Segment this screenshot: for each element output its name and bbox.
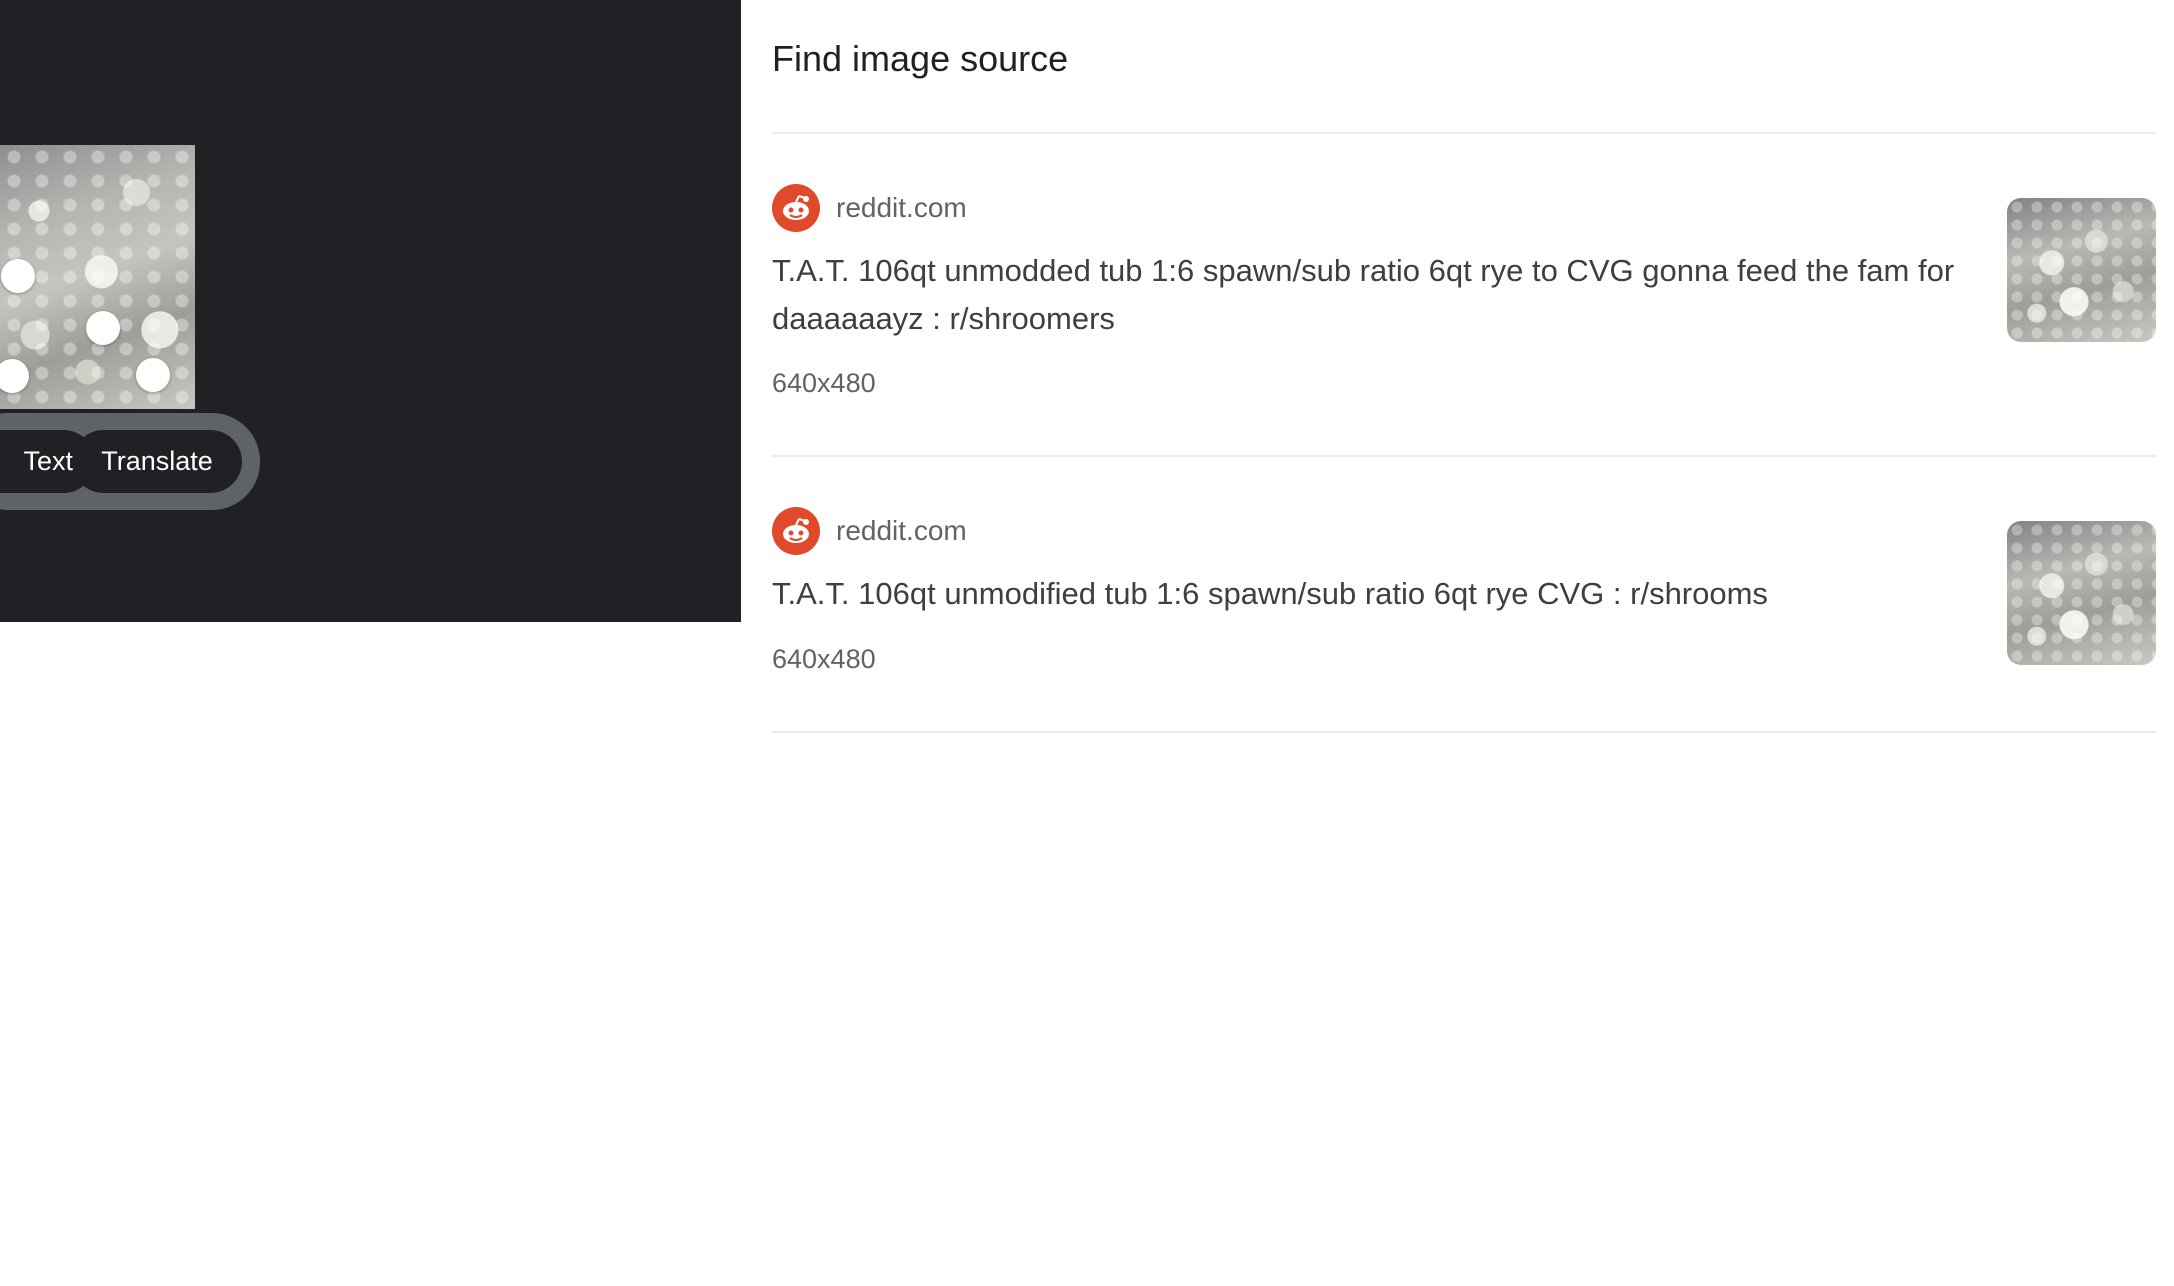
translate-chip[interactable]: Translate (72, 430, 242, 493)
selection-handle-bottom-right[interactable] (136, 358, 170, 392)
result-item[interactable]: reddit.com T.A.T. 106qt unmodded tub 1:6… (772, 183, 2156, 455)
result-title[interactable]: T.A.T. 106qt unmodified tub 1:6 spawn/su… (772, 570, 1972, 618)
selection-handle-middle[interactable] (86, 311, 120, 345)
result-size: 640x480 (772, 644, 876, 674)
image-preview-pane: Text Translate (0, 0, 741, 622)
divider (772, 132, 2156, 134)
reddit-icon (772, 507, 820, 555)
panel-title: Find image source (772, 38, 1069, 79)
result-site-name: reddit.com (836, 515, 967, 546)
reddit-icon (772, 184, 820, 232)
divider (772, 731, 2156, 733)
result-size: 640x480 (772, 368, 876, 398)
result-site-name: reddit.com (836, 192, 967, 223)
lens-action-bar: Text Translate (0, 413, 260, 510)
result-thumbnail[interactable] (2007, 521, 2156, 665)
result-thumbnail[interactable] (2007, 198, 2156, 342)
result-item[interactable]: reddit.com T.A.T. 106qt unmodified tub 1… (772, 506, 2156, 731)
result-title[interactable]: T.A.T. 106qt unmodded tub 1:6 spawn/sub … (772, 247, 1972, 343)
result-site-row: reddit.com (772, 183, 967, 233)
results-panel: Find image source reddit.com T.A.T. 106q… (772, 0, 2156, 1286)
selection-handle-top-left[interactable] (1, 259, 35, 293)
divider (772, 455, 2156, 457)
result-site-row: reddit.com (772, 506, 967, 556)
